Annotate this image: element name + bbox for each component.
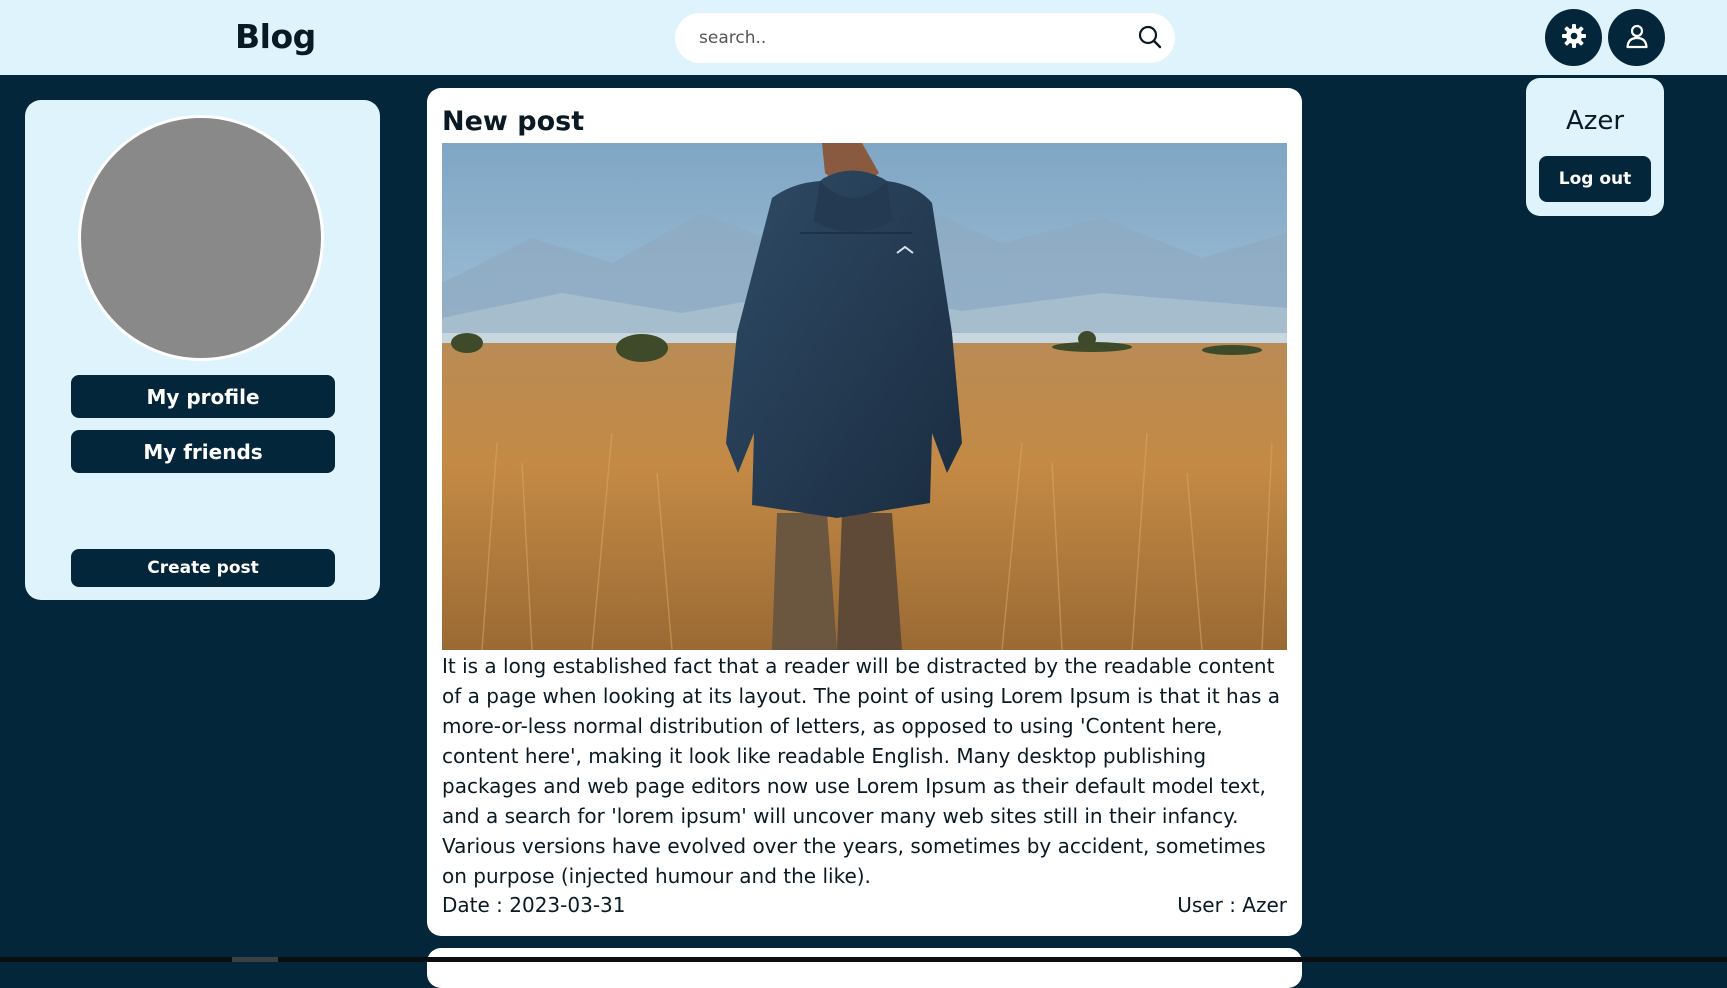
next-post-card: [427, 948, 1302, 988]
user-dropdown: Azer Log out: [1526, 78, 1664, 216]
site-logo[interactable]: Blog: [235, 17, 316, 56]
search-input[interactable]: [699, 25, 1099, 51]
settings-button[interactable]: [1545, 9, 1602, 66]
my-profile-button[interactable]: My profile: [71, 375, 335, 418]
post-card: New post It is a long established fact t…: [427, 88, 1302, 936]
post-date: Date : 2023-03-31: [442, 893, 626, 917]
scrollbar-thumb[interactable]: [232, 957, 278, 962]
top-navbar: Blog: [0, 0, 1727, 75]
post-author[interactable]: User : Azer: [1177, 893, 1287, 917]
avatar[interactable]: [78, 115, 324, 361]
username: Azer: [1565, 106, 1625, 136]
logout-button[interactable]: Log out: [1539, 156, 1651, 202]
user-icon: [1624, 23, 1650, 53]
account-button[interactable]: [1608, 9, 1665, 66]
gear-icon: [1561, 23, 1587, 53]
create-post-button[interactable]: Create post: [71, 549, 335, 587]
my-friends-button[interactable]: My friends: [71, 430, 335, 473]
profile-sidebar: My profile My friends Create post: [25, 100, 380, 600]
post-body: It is a long established fact that a rea…: [442, 654, 1281, 888]
post-title: New post: [442, 106, 585, 137]
search-icon[interactable]: [1137, 24, 1163, 50]
search-bar[interactable]: [675, 13, 1175, 63]
post-image: [442, 143, 1287, 650]
